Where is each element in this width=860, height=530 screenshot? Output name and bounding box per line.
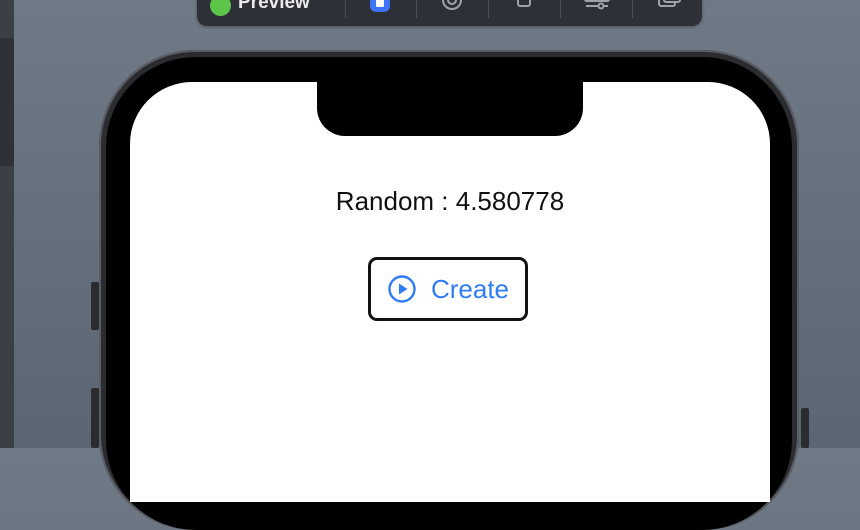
selectable-mode-button[interactable]: [437, 0, 467, 16]
device-side-button: [91, 282, 99, 330]
device-settings-button[interactable]: [509, 0, 539, 16]
live-preview-icon: [370, 0, 390, 12]
toolbar-divider: [345, 0, 346, 18]
settings-sliders-icon: [584, 0, 610, 10]
duplicate-icon: [658, 0, 681, 7]
device-power-button: [801, 408, 809, 448]
preview-title: Preview: [238, 0, 310, 13]
preview-toolbar: Preview: [197, 0, 702, 26]
device-side-button: [91, 388, 99, 448]
app-screen: Random : 4.580778 Create: [130, 82, 770, 502]
toolbar-divider: [416, 0, 417, 18]
status-indicator-icon: [210, 0, 231, 16]
toolbar-divider: [560, 0, 561, 18]
selectable-icon: [442, 0, 462, 10]
toolbar-divider: [632, 0, 633, 18]
live-preview-button[interactable]: [365, 0, 395, 16]
play-circle-icon: [388, 275, 416, 303]
toolbar-divider: [488, 0, 489, 18]
device-notch: [317, 82, 583, 136]
device-icon: [517, 0, 531, 7]
editor-left-edge: [0, 0, 14, 448]
variants-button[interactable]: [582, 0, 612, 16]
editor-panel-segment: [0, 38, 14, 166]
duplicate-preview-button[interactable]: [654, 0, 684, 16]
create-button-label: Create: [430, 273, 510, 304]
create-button[interactable]: Create: [368, 257, 528, 321]
random-value-label: Random : 4.580778: [335, 186, 565, 216]
